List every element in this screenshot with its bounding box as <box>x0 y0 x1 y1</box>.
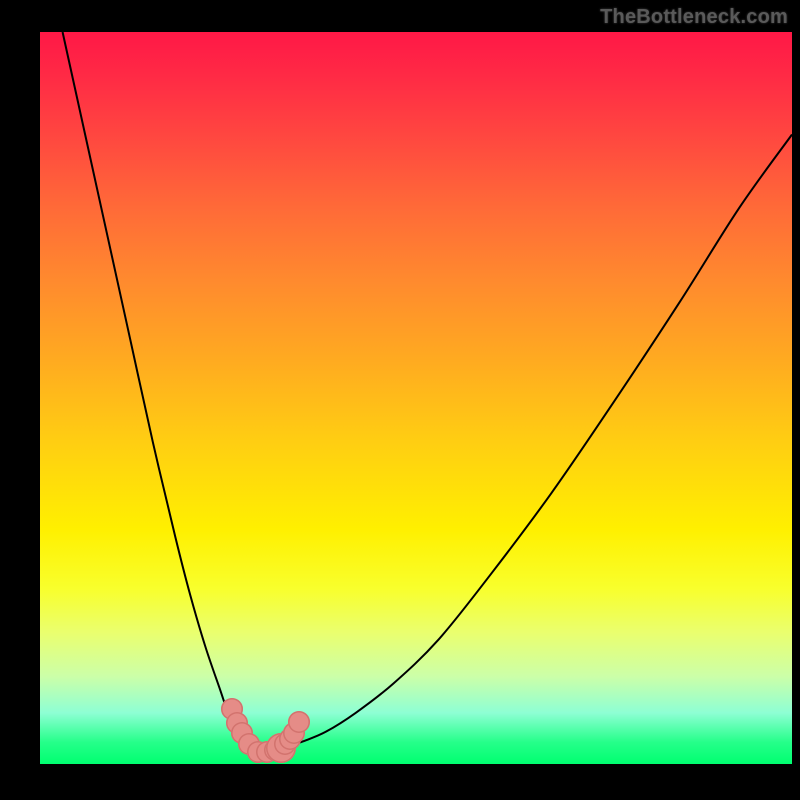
curve-left <box>63 32 259 753</box>
curves-svg <box>40 32 792 764</box>
highlight-dot <box>288 711 310 733</box>
chart-root: TheBottleneck.com <box>0 0 800 800</box>
frame-border-top <box>0 0 800 32</box>
plot-area <box>40 32 792 764</box>
curve-right <box>258 134 792 753</box>
frame-border-left <box>0 0 40 800</box>
frame-border-bottom <box>0 764 800 800</box>
frame-border-right <box>792 0 800 800</box>
